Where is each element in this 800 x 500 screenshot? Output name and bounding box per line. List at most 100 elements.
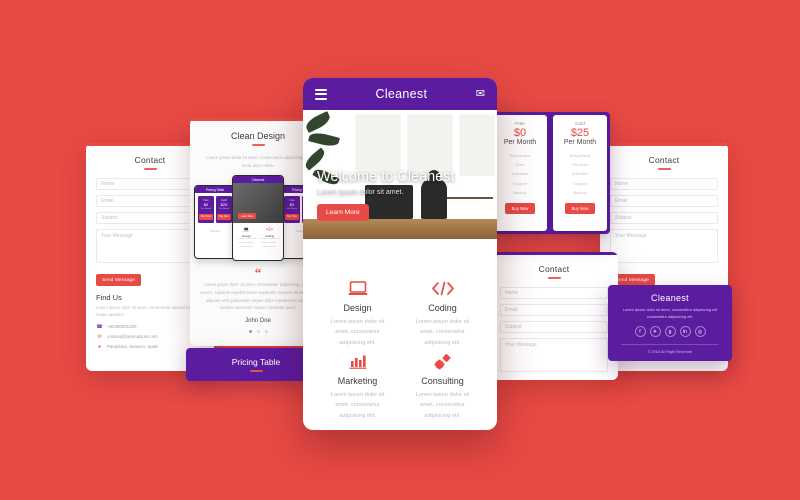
pricing-feature-list: Responsive Free Unlimited Support Backup <box>493 151 547 197</box>
service-desc: Lorem ipsum dolor sit amet, consectetur … <box>415 319 470 346</box>
site-footer: Cleanest Lorem ipsum dolor sit amet, con… <box>608 285 732 361</box>
facebook-icon[interactable]: f <box>634 326 646 338</box>
pagination-dot[interactable] <box>248 329 252 333</box>
pricing-feature: Free <box>515 162 525 168</box>
message-field[interactable]: Your Message <box>500 338 608 372</box>
hamburger-icon[interactable] <box>315 88 327 100</box>
pagination-dot[interactable] <box>256 329 260 333</box>
envelope-icon: ✉ <box>97 333 102 340</box>
code-icon <box>400 281 485 298</box>
buy-now-button[interactable]: Buy Now <box>564 202 596 214</box>
mini-price-card: Free $0 Per Month Buy Now <box>198 196 214 223</box>
contact-email-row: ✉ contact@loremipsum.com <box>96 334 204 340</box>
mini-buy-button[interactable]: Buy Now <box>217 213 231 220</box>
pricing-feature: Premium <box>571 162 588 168</box>
service-consulting: Consulting Lorem ipsum dolor sit amet, c… <box>400 354 485 421</box>
copyright-text: © 2016 All Right Reserved <box>647 350 693 355</box>
contact-email: contact@loremipsum.com <box>107 334 158 340</box>
service-marketing: Marketing Lorem ipsum dolor sit amet, co… <box>315 354 400 421</box>
contact-address: Pamplona, Navarra, Spain <box>107 344 159 350</box>
service-desc: Lorem ipsum dolor sit amet, consectetur … <box>415 392 470 419</box>
pricing-feature: Unlimited <box>511 171 529 177</box>
phone-service-coding: </> Coding Lorem ipsum dolor sit amet, c… <box>258 227 281 249</box>
name-field[interactable]: Name <box>96 178 204 190</box>
mini-buy-button[interactable]: Buy Now <box>199 213 213 220</box>
phone-learn-more-button[interactable]: Learn More <box>238 213 257 220</box>
pricing-amount: $25 <box>570 127 590 139</box>
phone-titlebar: Cleanest <box>233 176 283 184</box>
hero-pagination <box>449 245 481 251</box>
phone-services: 💻 Design Lorem ipsum dolor sit amet, con… <box>233 223 283 253</box>
send-message-button[interactable]: Send Message <box>96 273 142 286</box>
services-grid: Design Lorem ipsum dolor sit amet, conse… <box>303 265 497 430</box>
subject-field[interactable]: Subject <box>500 321 608 333</box>
phone-hero: Learn More <box>233 183 283 224</box>
pricing-feature: Responsive <box>509 153 531 158</box>
phone-service-desc: Lorem ipsum dolor sit amet, consectetur … <box>259 238 280 248</box>
instagram-icon[interactable]: ◎ <box>694 326 706 338</box>
title-underline <box>251 144 265 146</box>
buy-now-button[interactable]: Buy Now <box>504 202 536 214</box>
pricing-feature: Support <box>512 180 527 186</box>
title-underline <box>547 277 561 279</box>
envelope-icon[interactable]: ✉ <box>476 88 485 100</box>
service-design: Design Lorem ipsum dolor sit amet, conse… <box>315 281 400 348</box>
service-coding: Coding Lorem ipsum dolor sit amet, conse… <box>400 281 485 348</box>
service-desc: Lorem ipsum dolor sit amet, consectetur … <box>330 392 385 419</box>
hero-pagination-dot[interactable] <box>462 245 468 251</box>
service-name: Design <box>343 303 372 313</box>
pricing-feature: Backup <box>513 189 527 195</box>
message-field[interactable]: Your Message <box>610 229 718 263</box>
pricing-feature: Backup <box>573 189 587 195</box>
subject-field[interactable]: Subject <box>610 212 718 224</box>
laptop-icon: 💻 <box>243 227 250 234</box>
name-field[interactable]: Name <box>610 178 718 190</box>
hero-pagination-dot[interactable] <box>475 245 481 251</box>
phone-service-design: 💻 Design Lorem ipsum dolor sit amet, con… <box>235 227 258 249</box>
laptop-icon <box>315 281 400 298</box>
email-field[interactable]: Email <box>610 195 718 207</box>
hero-pagination-dot[interactable] <box>449 245 455 251</box>
name-field[interactable]: Name <box>500 287 608 299</box>
pricing-card-free: Free $0 Per Month Responsive Free Unlimi… <box>493 115 547 231</box>
hero-heading: Welcome to Cleanest <box>317 169 455 185</box>
pricing-feature: Responsive <box>569 153 591 158</box>
contact-phone: +62000001200 <box>107 324 137 330</box>
mini-period: Per Month <box>200 208 212 211</box>
phone-service-desc: Lorem ipsum dolor sit amet, consectetur … <box>236 238 257 248</box>
mini-period: Per Month <box>286 208 298 211</box>
mini-buy-button[interactable]: Buy Now <box>285 213 299 220</box>
pricing-plan-name: Gold <box>575 121 585 126</box>
pagination-dot[interactable] <box>264 329 268 333</box>
service-name: Coding <box>428 303 457 313</box>
phone-icon: ☎ <box>96 323 103 330</box>
find-us-title: Find Us <box>96 293 122 302</box>
linkedin-icon[interactable]: in <box>679 326 691 338</box>
message-field[interactable]: Your Message <box>96 229 204 263</box>
email-field[interactable]: Email <box>96 195 204 207</box>
email-field[interactable]: Email <box>500 304 608 316</box>
title-underline <box>249 370 263 372</box>
gears-icon <box>400 354 485 371</box>
social-links: f ✈ g in ◎ <box>617 326 723 338</box>
hero-banner: Welcome to Cleanest Lorem ipsum dolor si… <box>303 110 497 265</box>
phone-mockup-left: Pricing Table Free $0 Per Month Buy Now … <box>194 185 236 260</box>
title-underline <box>143 168 157 170</box>
contact-title: Contact <box>134 155 166 165</box>
map-pin-icon: ● <box>97 343 102 350</box>
mobile-header: Cleanest ✉ <box>303 78 497 110</box>
pricing-table-title: Pricing Table <box>231 357 281 367</box>
pricing-period: Per Month <box>563 139 597 146</box>
pricing-feature-list: Responsive Premium Unlimited Support Bac… <box>553 151 607 197</box>
service-name: Marketing <box>337 376 378 387</box>
footer-divider <box>621 344 719 346</box>
service-desc: Lorem ipsum dolor sit amet, consectetur … <box>330 319 385 346</box>
mini-footer: Cleanest <box>209 229 221 233</box>
find-us-text: Lorem ipsum dolor sit amet, consectetur … <box>96 305 204 317</box>
google-plus-icon[interactable]: g <box>664 326 676 338</box>
mini-price-card: Free $0 Per Month Buy Now <box>284 196 300 223</box>
twitter-icon[interactable]: ✈ <box>649 326 661 338</box>
subject-field[interactable]: Subject <box>96 212 204 224</box>
learn-more-button[interactable]: Learn More <box>317 204 369 221</box>
mini-period: Per Month <box>218 208 230 211</box>
